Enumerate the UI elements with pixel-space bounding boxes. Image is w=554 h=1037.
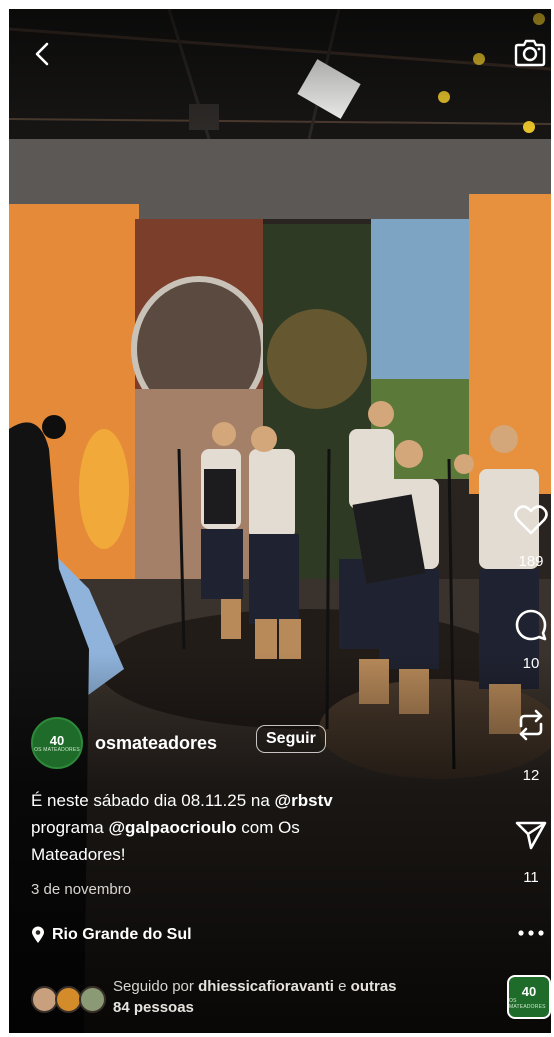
author-avatar[interactable]: 40 OS MATEADORES: [31, 717, 83, 769]
share-button[interactable]: [511, 817, 551, 853]
caption-line-2: programa @galpaocrioulo com Os: [31, 814, 501, 841]
like-button[interactable]: [511, 501, 551, 539]
post-date: 3 de novembro: [31, 881, 132, 898]
audio-logo-subtext: OS MATEADORES: [509, 997, 546, 1010]
avatar-logo-subtext: OS MATEADORES: [34, 746, 80, 753]
caption-text-4: Mateadores!: [31, 845, 126, 864]
followed-by-text[interactable]: Seguido por dhiessicafioravanti e outras…: [113, 976, 493, 1018]
audio-thumbnail[interactable]: 40 OS MATEADORES: [507, 975, 551, 1019]
shares-count[interactable]: 11: [511, 869, 551, 886]
back-arrow-icon: [35, 42, 49, 66]
audio-logo-text: 40: [521, 983, 537, 999]
caption-text-2: programa: [31, 818, 109, 837]
avatar-logo-text: 40: [49, 732, 65, 748]
back-button[interactable]: [25, 37, 59, 71]
caption-text-3: com Os: [236, 818, 300, 837]
reel-viewer: 189 10 12 11 40 OS MATEADORES 40 OS MATE…: [9, 9, 551, 1033]
mention-galpaocrioulo[interactable]: @galpaocrioulo: [108, 818, 236, 837]
post-caption: É neste sábado dia 08.11.25 na @rbstv pr…: [31, 787, 501, 868]
followed-by-prefix: Seguido por: [113, 978, 199, 995]
mention-rbstv[interactable]: @rbstv: [275, 791, 333, 810]
repost-icon: [519, 709, 543, 741]
follower-avatar-1: [31, 986, 58, 1013]
location-tag[interactable]: Rio Grande do Sul: [31, 926, 192, 944]
comment-button[interactable]: [511, 607, 551, 643]
author-username[interactable]: osmateadores: [95, 733, 217, 754]
followed-by-line-2: 84 pessoas: [113, 999, 194, 1016]
followed-by-line-1: Seguido por dhiessicafioravanti e outras: [113, 976, 493, 997]
comment-icon: [515, 609, 547, 641]
caption-line-3: Mateadores!: [31, 841, 501, 868]
location-text: Rio Grande do Sul: [52, 926, 192, 943]
more-icon: [518, 930, 544, 936]
location-pin-icon: [32, 926, 44, 943]
comments-count[interactable]: 10: [511, 655, 551, 672]
follower-avatar-3: [79, 986, 106, 1013]
follow-button[interactable]: Seguir: [256, 725, 326, 753]
heart-icon: [514, 505, 548, 535]
camera-button[interactable]: [512, 35, 548, 69]
send-icon: [515, 821, 547, 850]
repost-button[interactable]: [511, 705, 551, 745]
camera-icon: [514, 39, 546, 67]
reposts-count[interactable]: 12: [511, 767, 551, 784]
followed-by-name: dhiessicafioravanti: [198, 978, 334, 995]
followed-by-mid: e: [333, 978, 351, 995]
more-button[interactable]: [511, 921, 551, 945]
followed-by-others: outras: [350, 978, 397, 995]
caption-text-1: É neste sábado dia 08.11.25 na: [31, 791, 275, 810]
follower-avatar-2: [55, 986, 82, 1013]
likes-count[interactable]: 189: [511, 553, 551, 570]
caption-line-1: É neste sábado dia 08.11.25 na @rbstv: [31, 787, 501, 814]
follower-avatars[interactable]: [31, 986, 106, 1013]
